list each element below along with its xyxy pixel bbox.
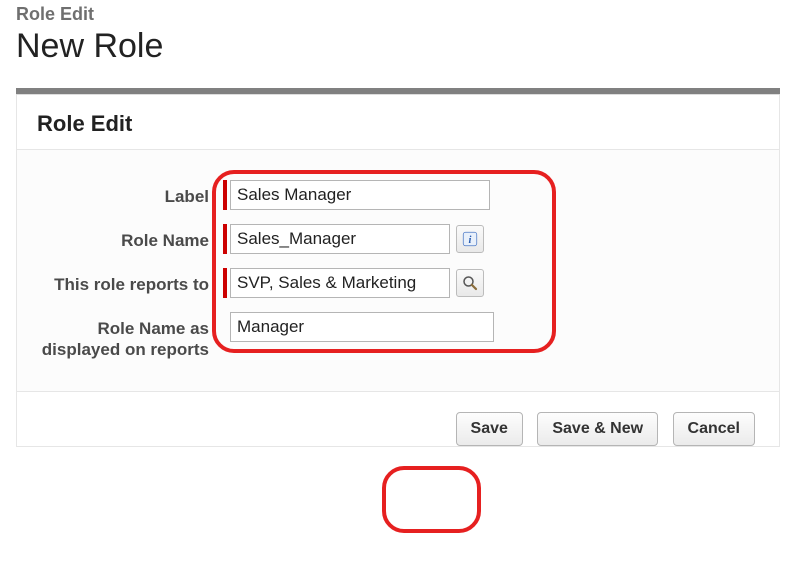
- reports-to-label: This role reports to: [17, 268, 223, 295]
- info-icon[interactable]: i: [456, 225, 484, 253]
- breadcrumb: Role Edit: [16, 0, 780, 25]
- required-marker: [223, 224, 227, 254]
- form-body: Label Role Name i This role reports to: [17, 149, 779, 392]
- section-title: Role Edit: [37, 111, 759, 137]
- button-bar: Save Save & New Cancel: [17, 392, 779, 446]
- section-divider: [16, 88, 780, 95]
- display-name-input[interactable]: [230, 312, 494, 342]
- lookup-icon[interactable]: [456, 269, 484, 297]
- cancel-button[interactable]: Cancel: [673, 412, 755, 446]
- label-label: Label: [17, 180, 223, 207]
- reports-to-input[interactable]: [230, 268, 450, 298]
- role-name-label: Role Name: [17, 224, 223, 251]
- save-and-new-button[interactable]: Save & New: [537, 412, 658, 446]
- svg-text:i: i: [469, 235, 472, 246]
- annotation-highlight-save: [382, 466, 481, 533]
- role-edit-section: Role Edit Label Role Name i: [16, 95, 780, 447]
- role-name-input[interactable]: [230, 224, 450, 254]
- save-button[interactable]: Save: [456, 412, 523, 446]
- required-marker: [223, 180, 227, 210]
- required-marker: [223, 268, 227, 298]
- page-title: New Role: [16, 27, 780, 66]
- label-input[interactable]: [230, 180, 490, 210]
- display-name-label: Role Name as displayed on reports: [17, 312, 223, 361]
